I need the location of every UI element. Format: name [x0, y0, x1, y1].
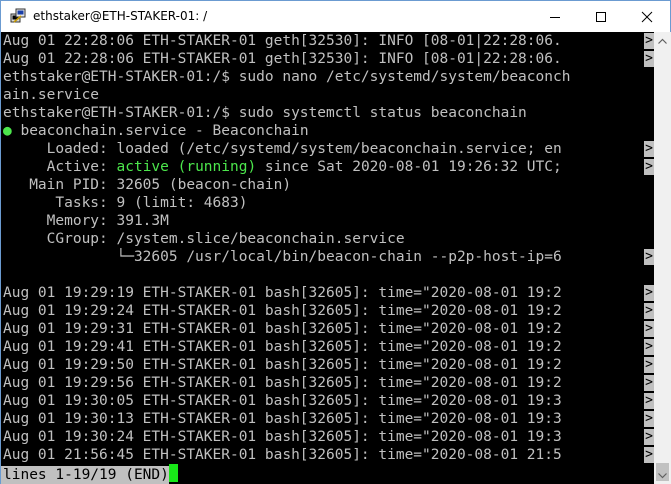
- terminal-line-text: Aug 01 22:28:06 ETH-STAKER-01 geth[32530…: [3, 33, 562, 49]
- line-truncated-marker: >: [644, 303, 654, 319]
- terminal-line-text: Aug 01 19:29:19 ETH-STAKER-01 bash[32605…: [3, 285, 562, 301]
- window-title: ethstaker@ETH-STAKER-01: /: [33, 9, 208, 23]
- line-truncated-marker: >: [644, 429, 654, 445]
- terminal-line-text: Aug 01 19:30:24 ETH-STAKER-01 bash[32605…: [3, 429, 562, 445]
- chevron-up-icon: [658, 38, 667, 44]
- terminal-line-text: Aug 01 19:29:24 ETH-STAKER-01 bash[32605…: [3, 303, 562, 319]
- scrollbar-track[interactable]: [654, 49, 671, 481]
- terminal-line: Aug 01 19:30:13 ETH-STAKER-01 bash[32605…: [1, 410, 654, 428]
- status-label: Active:: [3, 159, 117, 175]
- terminal-line: ethstaker@ETH-STAKER-01:/$ sudo systemct…: [1, 104, 654, 122]
- terminal-line: ethstaker@ETH-STAKER-01:/$ sudo nano /et…: [1, 68, 654, 86]
- chevron-down-icon: [658, 472, 667, 478]
- line-truncated-marker: >: [644, 33, 654, 49]
- title-bar[interactable]: ethstaker@ETH-STAKER-01: /: [1, 1, 670, 32]
- terminal-line: Aug 01 22:28:06 ETH-STAKER-01 geth[32530…: [1, 32, 654, 50]
- terminal-line: Loaded: loaded (/etc/systemd/system/beac…: [1, 140, 654, 158]
- line-truncated-marker: >: [644, 375, 654, 391]
- terminal-line: Aug 01 19:29:31 ETH-STAKER-01 bash[32605…: [1, 320, 654, 338]
- terminal-line: Memory: 391.3M: [1, 212, 654, 230]
- line-truncated-marker: >: [644, 447, 654, 463]
- terminal-line-text: beaconchain.service - Beaconchain: [11, 123, 309, 139]
- scroll-down-button[interactable]: [654, 467, 671, 484]
- line-truncated-marker: >: [644, 357, 654, 373]
- terminal-line-text: CGroup: /system.slice/beaconchain.servic…: [3, 231, 405, 247]
- terminal-line: Aug 01 19:29:50 ETH-STAKER-01 bash[32605…: [1, 356, 654, 374]
- terminal-line: Aug 01 22:28:06 ETH-STAKER-01 geth[32530…: [1, 50, 654, 68]
- terminal-line: ain.service: [1, 86, 654, 104]
- terminal-line: Aug 01 19:30:05 ETH-STAKER-01 bash[32605…: [1, 392, 654, 410]
- minimize-icon: [550, 16, 560, 18]
- terminal-cursor: [168, 464, 178, 482]
- terminal-line-text: Tasks: 9 (limit: 4683): [3, 195, 248, 211]
- line-truncated-marker: >: [644, 141, 654, 157]
- terminal-line: CGroup: /system.slice/beaconchain.servic…: [1, 230, 654, 248]
- terminal-line: Aug 01 19:29:24 ETH-STAKER-01 bash[32605…: [1, 302, 654, 320]
- pager-status-line: lines 1-19/19 (END): [1, 464, 654, 484]
- scroll-up-button[interactable]: [654, 32, 671, 49]
- terminal-line-text: Aug 01 21:56:45 ETH-STAKER-01 bash[32605…: [3, 447, 562, 463]
- terminal-line: Main PID: 32605 (beacon-chain): [1, 176, 654, 194]
- terminal-line: Aug 01 19:29:19 ETH-STAKER-01 bash[32605…: [1, 284, 654, 302]
- maximize-icon: [596, 11, 606, 22]
- active-status-value: active (running): [116, 159, 257, 175]
- putty-window: ethstaker@ETH-STAKER-01: / Aug 01 22:28:…: [0, 0, 671, 484]
- terminal-line-text: └─32605 /usr/local/bin/beacon-chain --p2…: [3, 249, 562, 265]
- terminal-line-text: ethstaker@ETH-STAKER-01:/$ sudo nano /et…: [3, 69, 571, 85]
- terminal-line: └─32605 /usr/local/bin/beacon-chain --p2…: [1, 248, 654, 266]
- line-truncated-marker: >: [644, 285, 654, 301]
- terminal-line: Tasks: 9 (limit: 4683): [1, 194, 654, 212]
- terminal-line-text: Aug 01 19:29:31 ETH-STAKER-01 bash[32605…: [3, 321, 562, 337]
- terminal-line: ● beaconchain.service - Beaconchain: [1, 122, 654, 140]
- maximize-button[interactable]: [578, 1, 624, 32]
- close-button[interactable]: [624, 1, 670, 32]
- status-detail: since Sat 2020-08-01 19:26:32 UTC;: [256, 159, 562, 175]
- terminal-line-text: Aug 01 19:30:05 ETH-STAKER-01 bash[32605…: [3, 393, 562, 409]
- line-truncated-marker: >: [644, 159, 654, 175]
- terminal-line-text: Aug 01 19:29:56 ETH-STAKER-01 bash[32605…: [3, 375, 562, 391]
- line-truncated-marker: >: [644, 339, 654, 355]
- terminal-line: Active: active (running) since Sat 2020-…: [1, 158, 654, 176]
- line-truncated-marker: >: [644, 51, 654, 67]
- service-active-dot-icon: ●: [3, 123, 12, 139]
- putty-icon[interactable]: [10, 8, 26, 24]
- pager-status-text: lines 1-19/19 (END): [1, 466, 169, 484]
- terminal-output[interactable]: Aug 01 22:28:06 ETH-STAKER-01 geth[32530…: [1, 32, 654, 484]
- terminal-line-text: Aug 01 19:30:13 ETH-STAKER-01 bash[32605…: [3, 411, 562, 427]
- terminal-line-text: Main PID: 32605 (beacon-chain): [3, 177, 292, 193]
- terminal-line-text: ain.service: [3, 87, 100, 103]
- terminal-line: Aug 01 19:29:41 ETH-STAKER-01 bash[32605…: [1, 338, 654, 356]
- terminal-line-text: Aug 01 19:29:50 ETH-STAKER-01 bash[32605…: [3, 357, 562, 373]
- terminal-line-text: Aug 01 19:29:41 ETH-STAKER-01 bash[32605…: [3, 339, 562, 355]
- terminal-line: Aug 01 21:56:45 ETH-STAKER-01 bash[32605…: [1, 446, 654, 464]
- terminal-line: Aug 01 19:29:56 ETH-STAKER-01 bash[32605…: [1, 374, 654, 392]
- close-icon: [641, 11, 653, 22]
- vertical-scrollbar[interactable]: [654, 32, 671, 484]
- terminal-line-text: ethstaker@ETH-STAKER-01:/$ sudo systemct…: [3, 105, 527, 121]
- terminal-line-text: Memory: 391.3M: [3, 213, 169, 229]
- line-truncated-marker: >: [644, 321, 654, 337]
- line-truncated-marker: >: [644, 411, 654, 427]
- terminal-line-text: Loaded: loaded (/etc/systemd/system/beac…: [3, 141, 562, 157]
- line-truncated-marker: >: [644, 393, 654, 409]
- terminal-line: Aug 01 19:30:24 ETH-STAKER-01 bash[32605…: [1, 428, 654, 446]
- line-truncated-marker: >: [644, 249, 654, 265]
- terminal-line-text: Aug 01 22:28:06 ETH-STAKER-01 geth[32530…: [3, 51, 562, 67]
- minimize-button[interactable]: [532, 1, 578, 32]
